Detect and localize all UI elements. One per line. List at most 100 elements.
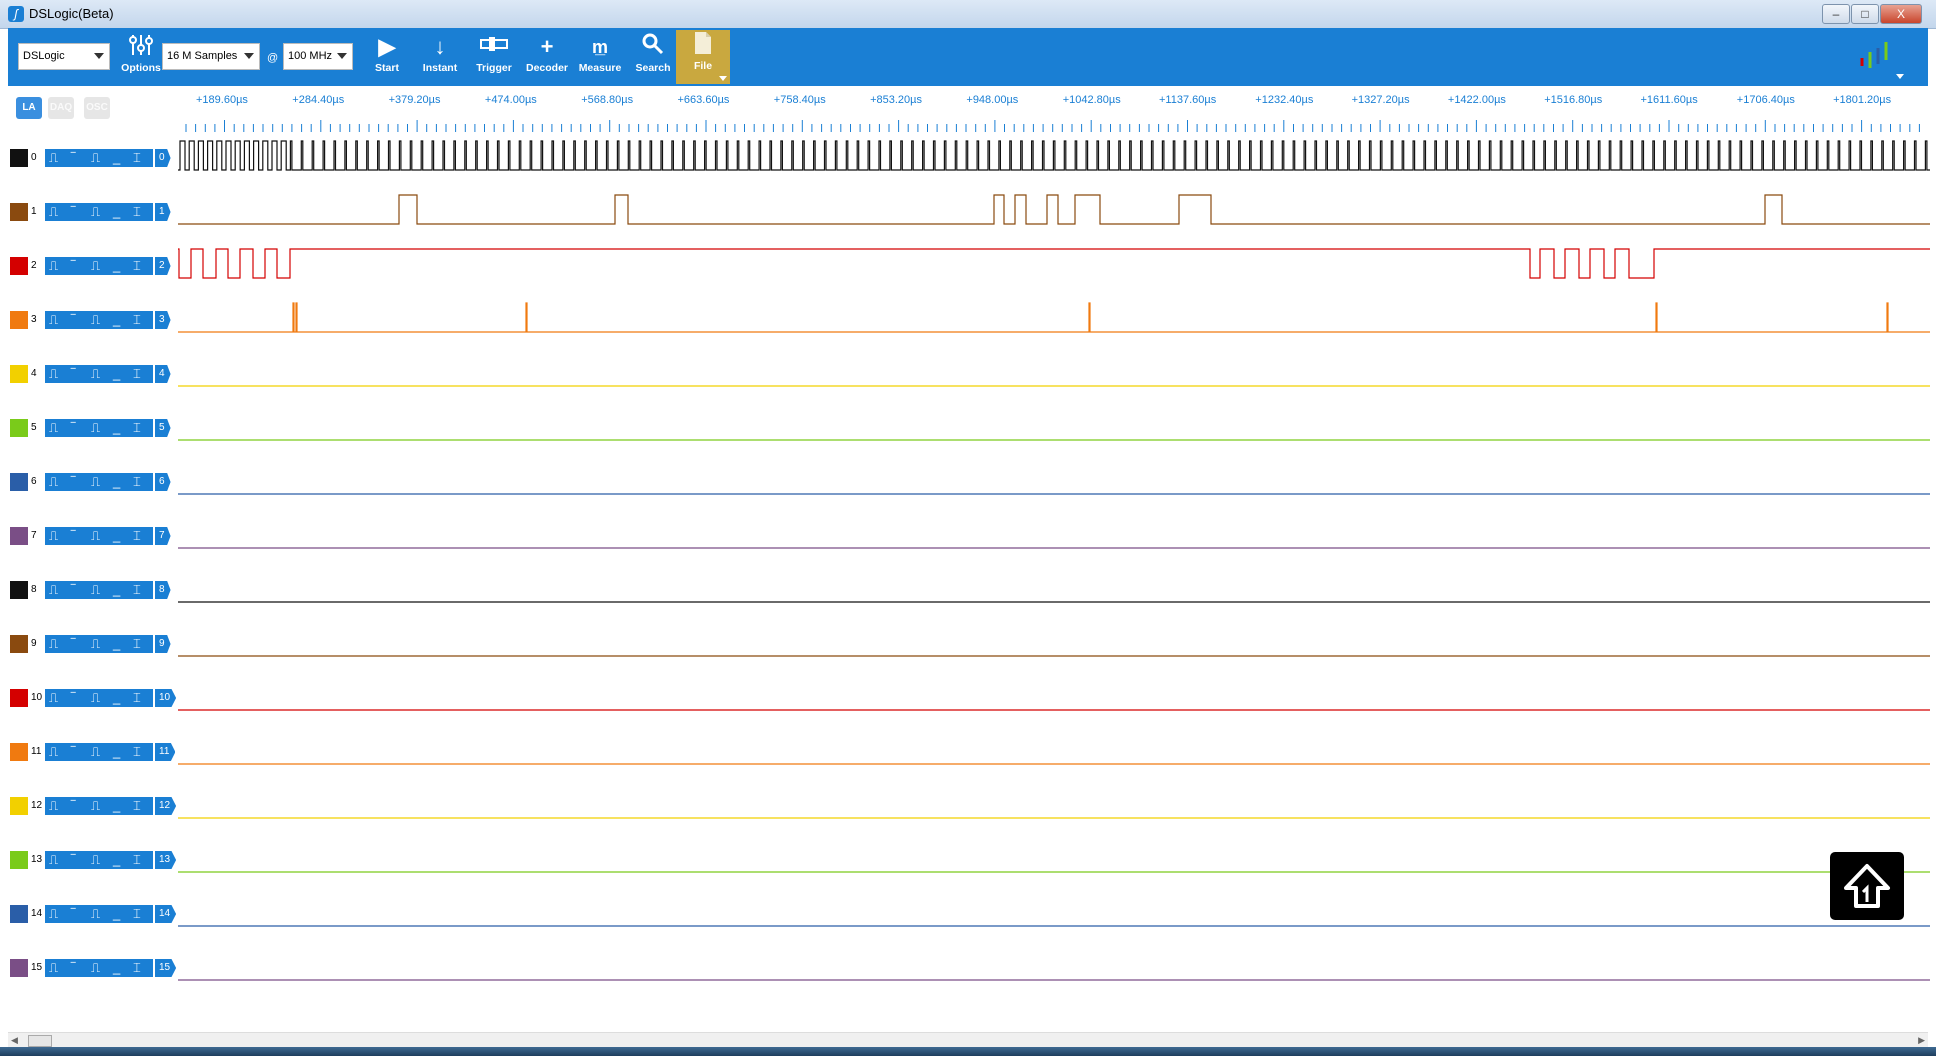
channel-tag[interactable]: 13: [155, 851, 177, 869]
high-level-icon[interactable]: ‾: [71, 365, 75, 383]
high-level-icon[interactable]: ‾: [71, 905, 75, 923]
channel-color-swatch[interactable]: [10, 473, 28, 491]
any-edge-icon[interactable]: ⌶: [133, 743, 141, 761]
falling-edge-icon[interactable]: ⎍: [91, 473, 100, 491]
falling-edge-icon[interactable]: ⎍: [91, 905, 100, 923]
time-ruler[interactable]: +189.60µs +284.40µs +379.20µs +474.00µs +568…: [176, 86, 1928, 138]
channel-color-swatch[interactable]: [10, 743, 28, 761]
sample-rate-select[interactable]: 100 MHz: [283, 43, 353, 70]
high-level-icon[interactable]: ‾: [71, 203, 75, 221]
channel-color-swatch[interactable]: [10, 365, 28, 383]
high-level-icon[interactable]: ‾: [71, 797, 75, 815]
waveform-area[interactable]: [178, 140, 1930, 1010]
falling-edge-icon[interactable]: ⎍: [91, 851, 100, 869]
start-button[interactable]: ▶ Start: [360, 32, 414, 84]
any-edge-icon[interactable]: ⌶: [133, 473, 141, 491]
low-level-icon[interactable]: _: [113, 527, 120, 545]
any-edge-icon[interactable]: ⌶: [133, 959, 141, 977]
low-level-icon[interactable]: _: [113, 149, 120, 167]
rising-edge-icon[interactable]: ⎍: [49, 149, 58, 167]
any-edge-icon[interactable]: ⌶: [133, 689, 141, 707]
high-level-icon[interactable]: ‾: [71, 473, 75, 491]
instant-button[interactable]: ↓ Instant: [413, 32, 467, 84]
high-level-icon[interactable]: ‾: [71, 635, 75, 653]
low-level-icon[interactable]: _: [113, 959, 120, 977]
any-edge-icon[interactable]: ⌶: [133, 311, 141, 329]
channel-color-swatch[interactable]: [10, 797, 28, 815]
channel-tag[interactable]: 11: [155, 743, 176, 761]
tab-osc[interactable]: OSC: [84, 97, 110, 119]
low-level-icon[interactable]: _: [113, 851, 120, 869]
channel-color-swatch[interactable]: [10, 257, 28, 275]
minimize-button[interactable]: –: [1822, 4, 1850, 24]
falling-edge-icon[interactable]: ⎍: [91, 959, 100, 977]
low-level-icon[interactable]: _: [113, 689, 120, 707]
rising-edge-icon[interactable]: ⎍: [49, 635, 58, 653]
channel-tag[interactable]: 0: [155, 149, 171, 167]
rising-edge-icon[interactable]: ⎍: [49, 473, 58, 491]
channel-tag[interactable]: 15: [155, 959, 177, 977]
low-level-icon[interactable]: _: [113, 797, 120, 815]
falling-edge-icon[interactable]: ⎍: [91, 149, 100, 167]
low-level-icon[interactable]: _: [113, 257, 120, 275]
scrollbar-thumb[interactable]: [28, 1035, 52, 1047]
falling-edge-icon[interactable]: ⎍: [91, 203, 100, 221]
any-edge-icon[interactable]: ⌶: [133, 203, 141, 221]
rising-edge-icon[interactable]: ⎍: [49, 419, 58, 437]
decoder-button[interactable]: + Decoder: [520, 32, 574, 84]
any-edge-icon[interactable]: ⌶: [133, 527, 141, 545]
high-level-icon[interactable]: ‾: [71, 851, 75, 869]
low-level-icon[interactable]: _: [113, 581, 120, 599]
low-level-icon[interactable]: _: [113, 311, 120, 329]
caret-down-icon[interactable]: [1896, 74, 1904, 79]
any-edge-icon[interactable]: ⌶: [133, 257, 141, 275]
rising-edge-icon[interactable]: ⎍: [49, 203, 58, 221]
rising-edge-icon[interactable]: ⎍: [49, 689, 58, 707]
high-level-icon[interactable]: ‾: [71, 311, 75, 329]
any-edge-icon[interactable]: ⌶: [133, 851, 141, 869]
channel-tag[interactable]: 9: [155, 635, 171, 653]
waveform-app-icon[interactable]: [1856, 36, 1896, 76]
falling-edge-icon[interactable]: ⎍: [91, 743, 100, 761]
sample-count-select[interactable]: 16 M Samples: [162, 43, 260, 70]
any-edge-icon[interactable]: ⌶: [133, 419, 141, 437]
channel-color-swatch[interactable]: [10, 959, 28, 977]
channel-tag[interactable]: 8: [155, 581, 171, 599]
high-level-icon[interactable]: ‾: [71, 581, 75, 599]
channel-tag[interactable]: 5: [155, 419, 171, 437]
low-level-icon[interactable]: _: [113, 473, 120, 491]
any-edge-icon[interactable]: ⌶: [133, 905, 141, 923]
falling-edge-icon[interactable]: ⎍: [91, 365, 100, 383]
channel-color-swatch[interactable]: [10, 419, 28, 437]
rising-edge-icon[interactable]: ⎍: [49, 311, 58, 329]
falling-edge-icon[interactable]: ⎍: [91, 689, 100, 707]
rising-edge-icon[interactable]: ⎍: [49, 527, 58, 545]
close-button[interactable]: X: [1880, 4, 1922, 24]
any-edge-icon[interactable]: ⌶: [133, 797, 141, 815]
falling-edge-icon[interactable]: ⎍: [91, 581, 100, 599]
high-level-icon[interactable]: ‾: [71, 149, 75, 167]
channel-color-swatch[interactable]: [10, 203, 28, 221]
channel-color-swatch[interactable]: [10, 527, 28, 545]
measure-button[interactable]: m̲ Measure: [573, 32, 627, 84]
file-button[interactable]: File: [676, 30, 730, 84]
rising-edge-icon[interactable]: ⎍: [49, 797, 58, 815]
horizontal-scrollbar[interactable]: ◀ ▶: [8, 1032, 1928, 1047]
channel-tag[interactable]: 2: [155, 257, 171, 275]
falling-edge-icon[interactable]: ⎍: [91, 419, 100, 437]
any-edge-icon[interactable]: ⌶: [133, 581, 141, 599]
channel-tag[interactable]: 3: [155, 311, 171, 329]
channel-color-swatch[interactable]: [10, 689, 28, 707]
options-button[interactable]: Options: [114, 32, 168, 84]
search-button[interactable]: Search: [626, 32, 680, 84]
device-select[interactable]: DSLogic: [18, 43, 110, 70]
falling-edge-icon[interactable]: ⎍: [91, 257, 100, 275]
channel-tag[interactable]: 12: [155, 797, 177, 815]
rising-edge-icon[interactable]: ⎍: [49, 581, 58, 599]
channel-color-swatch[interactable]: [10, 635, 28, 653]
low-level-icon[interactable]: _: [113, 905, 120, 923]
high-level-icon[interactable]: ‾: [71, 419, 75, 437]
rising-edge-icon[interactable]: ⎍: [49, 959, 58, 977]
channel-tag[interactable]: 4: [155, 365, 171, 383]
maximize-button[interactable]: □: [1851, 4, 1879, 24]
